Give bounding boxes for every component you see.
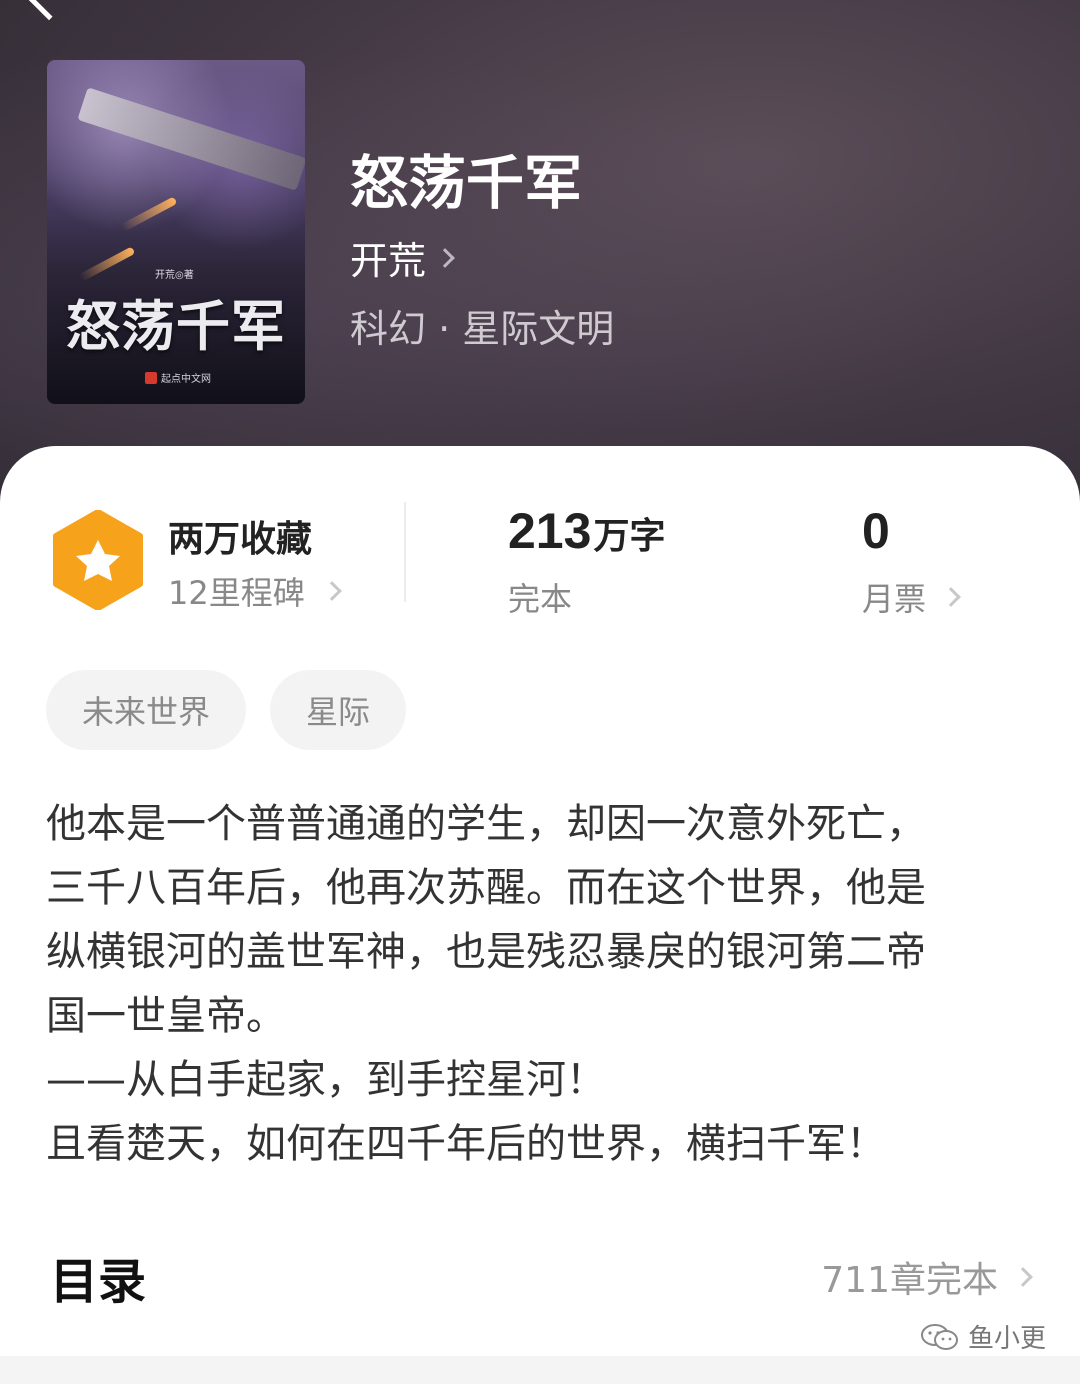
- synopsis-line: 他本是一个普普通通的学生，却因一次意外死亡，: [46, 801, 926, 847]
- cover-publisher: 起点中文网: [145, 370, 211, 385]
- synopsis-line: 国一世皇帝。: [46, 993, 286, 1039]
- chevron-right-icon: [435, 247, 455, 268]
- monthly-ticket-label: 月票: [862, 580, 927, 618]
- star-badge-icon: [53, 510, 143, 610]
- book-title: 怒荡千军: [350, 149, 583, 217]
- cover-publisher-name: 起点中文网: [161, 374, 211, 385]
- synopsis-line: ——从白手起家，到手控星河！: [46, 1057, 606, 1103]
- book-genre: 科幻 · 星际文明: [350, 307, 615, 351]
- book-detail-card: 两万收藏 12里程碑 213 万字 完本 0 月票 未来世界 星际 他本是一个普…: [0, 446, 1080, 1356]
- author-link[interactable]: 开荒: [350, 230, 455, 285]
- watermark: 鱼小更: [920, 1318, 1046, 1355]
- back-icon[interactable]: [27, 0, 71, 21]
- chevron-right-icon: [941, 587, 961, 607]
- stats-row: 两万收藏 12里程碑 213 万字 完本 0 月票: [0, 446, 1080, 646]
- tag-list: 未来世界 星际: [46, 670, 407, 750]
- favorites-title[interactable]: 两万收藏: [168, 510, 312, 562]
- monthly-ticket-link[interactable]: 月票: [862, 574, 961, 620]
- milestone-link[interactable]: 12里程碑: [168, 568, 342, 614]
- monthly-ticket-count: 0: [862, 503, 890, 559]
- synopsis-line: 纵横银河的盖世军神，也是残忍暴戾的银河第二帝: [46, 929, 926, 975]
- cover-author-line: 开荒◎著: [155, 270, 194, 281]
- completion-status: 完本: [508, 580, 573, 618]
- book-header: 开荒◎著 怒荡千军 起点中文网 怒荡千军 开荒 科幻 · 星际文明: [0, 0, 1080, 520]
- chevron-right-icon: [321, 581, 342, 601]
- cover-title: 怒荡千军: [66, 294, 286, 358]
- tag-chip[interactable]: 星际: [270, 670, 407, 750]
- synopsis-line: 三千八百年后，他再次苏醒。而在这个世界，他是: [46, 865, 926, 911]
- author-name: 开荒: [350, 239, 427, 283]
- book-synopsis[interactable]: 他本是一个普普通通的学生，却因一次意外死亡， 三千八百年后，他再次苏醒。而在这个…: [46, 792, 1046, 1176]
- toc-summary: 711章完本: [821, 1260, 998, 1301]
- toc-summary-link[interactable]: 711章完本: [821, 1251, 1033, 1303]
- watermark-text: 鱼小更: [967, 1324, 1046, 1354]
- milestone-label: 12里程碑: [168, 574, 305, 612]
- book-cover[interactable]: 开荒◎著 怒荡千军 起点中文网: [47, 60, 305, 404]
- chevron-right-icon: [1013, 1267, 1033, 1287]
- stats-divider: [404, 502, 406, 602]
- synopsis-line: 且看楚天，如何在四千年后的世界，横扫千军！: [46, 1121, 886, 1167]
- bottom-bar: [0, 1356, 1080, 1384]
- word-count: 213 万字: [508, 502, 665, 560]
- table-of-contents-row[interactable]: 目录 711章完本: [50, 1242, 1033, 1312]
- wechat-icon: [920, 1323, 958, 1350]
- word-count-number: 213: [508, 503, 592, 559]
- publisher-logo-icon: [145, 371, 157, 384]
- toc-title: 目录: [50, 1254, 147, 1310]
- word-count-unit: 万字: [593, 516, 666, 557]
- tag-chip[interactable]: 未来世界: [46, 670, 247, 750]
